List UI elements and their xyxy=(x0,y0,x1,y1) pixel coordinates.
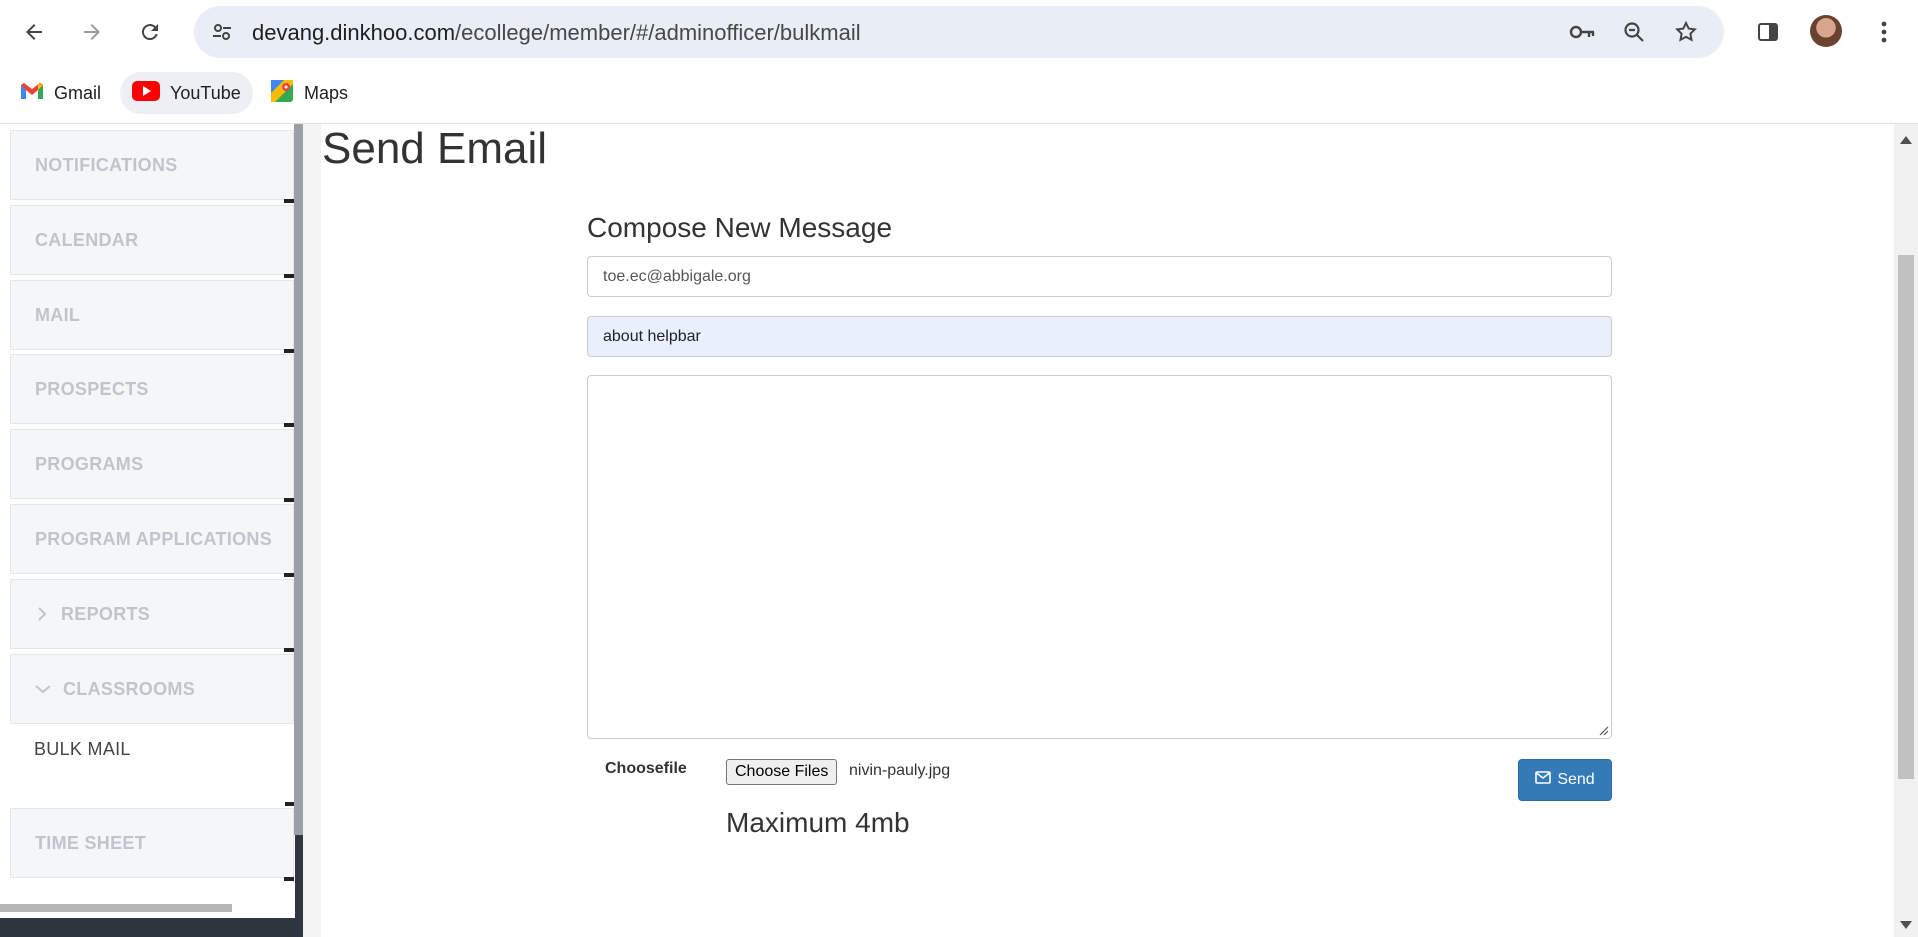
web-page: NOTIFICATIONS CALENDAR MAIL PROSPECTS PR… xyxy=(0,124,1918,937)
sidebar-item-label: PROGRAM APPLICATIONS xyxy=(35,528,273,549)
scrollbar-thumb[interactable] xyxy=(1898,255,1914,779)
reload-icon[interactable] xyxy=(130,12,170,52)
max-size-note: Maximum 4mb xyxy=(726,807,910,838)
bookmark-star-icon[interactable] xyxy=(1672,18,1700,46)
to-field[interactable]: toe.ec@abbigale.org xyxy=(587,256,1612,297)
sidebar-item-time-sheet[interactable]: TIME SHEET xyxy=(10,808,294,881)
page-scrollbar[interactable] xyxy=(1894,124,1918,937)
sidebar-item-notifications[interactable]: NOTIFICATIONS xyxy=(10,130,294,203)
sidebar-item-bulk-mail[interactable]: BULK MAIL xyxy=(10,724,295,806)
sidebar: NOTIFICATIONS CALENDAR MAIL PROSPECTS PR… xyxy=(0,124,295,900)
sidebar-item-label: TIME SHEET xyxy=(35,832,147,853)
sidebar-item-programs[interactable]: PROGRAMS xyxy=(10,429,294,502)
maps-icon xyxy=(270,79,294,108)
bookmarks-bar: Gmail YouTube Maps xyxy=(0,64,1918,124)
scroll-up-icon[interactable] xyxy=(1900,136,1912,144)
url-path: /ecollege/member/#/adminofficer/bulkmail xyxy=(455,20,861,45)
chevron-down-icon xyxy=(35,682,51,696)
sidebar-item-program-applications[interactable]: PROGRAM APPLICATIONS xyxy=(10,504,294,577)
send-label: Send xyxy=(1557,771,1595,788)
sidebar-item-label: NOTIFICATIONS xyxy=(35,154,178,175)
bookmark-label: Gmail xyxy=(54,82,102,103)
subject-field[interactable]: about helpbar xyxy=(587,316,1612,357)
site-settings-icon[interactable] xyxy=(208,18,236,46)
sidebar-horizontal-scrollbar[interactable] xyxy=(0,900,295,918)
back-icon[interactable] xyxy=(14,12,54,52)
sidebar-item-mail[interactable]: MAIL xyxy=(10,280,294,353)
choosefile-label: Choosefile xyxy=(605,760,687,777)
gmail-icon xyxy=(20,82,44,105)
scroll-down-icon[interactable] xyxy=(1900,921,1912,929)
sidebar-item-label: CLASSROOMS xyxy=(63,678,196,699)
sidebar-item-label: PROGRAMS xyxy=(35,453,144,474)
zoom-icon[interactable] xyxy=(1620,18,1648,46)
resize-grip-icon[interactable] xyxy=(1597,724,1609,736)
sidebar-scrollbar[interactable] xyxy=(294,124,303,835)
sidebar-item-label: MAIL xyxy=(35,304,81,325)
profile-avatar[interactable] xyxy=(1810,15,1842,47)
bookmark-youtube[interactable]: YouTube xyxy=(120,72,253,114)
sidebar-item-label: REPORTS xyxy=(61,603,151,624)
choose-files-button[interactable]: Choose Files xyxy=(726,759,838,785)
sidebar-item-reports[interactable]: REPORTS xyxy=(10,579,294,652)
sidebar-item-label: BULK MAIL xyxy=(34,738,131,759)
address-bar[interactable]: devang.dinkhoo.com/ecollege/member/#/adm… xyxy=(194,6,1724,58)
compose-title: Compose New Message xyxy=(587,212,893,243)
url-text[interactable]: devang.dinkhoo.com/ecollege/member/#/adm… xyxy=(252,20,861,46)
to-value: toe.ec@abbigale.org xyxy=(603,267,751,285)
send-button[interactable]: Send xyxy=(1518,759,1612,801)
scrollbar-thumb[interactable] xyxy=(0,904,232,912)
bookmark-label: YouTube xyxy=(170,82,241,103)
browser-toolbar: devang.dinkhoo.com/ecollege/member/#/adm… xyxy=(0,0,1918,64)
envelope-icon xyxy=(1535,771,1552,789)
sidebar-item-classrooms[interactable]: CLASSROOMS xyxy=(10,654,294,724)
menu-kebab-icon[interactable] xyxy=(1864,12,1904,52)
sidebar-item-label: CALENDAR xyxy=(35,229,139,250)
password-key-icon[interactable] xyxy=(1568,18,1596,46)
forward-icon[interactable] xyxy=(72,12,112,52)
url-host: devang.dinkhoo.com xyxy=(252,20,456,45)
message-body-textarea[interactable] xyxy=(587,375,1612,739)
subject-value: about helpbar xyxy=(603,327,701,345)
sidebar-item-label: PROSPECTS xyxy=(35,378,149,399)
bookmark-maps[interactable]: Maps xyxy=(258,72,360,114)
page-title: Send Email xyxy=(322,124,548,173)
bookmark-label: Maps xyxy=(304,82,349,103)
sidebar-item-calendar[interactable]: CALENDAR xyxy=(10,205,294,278)
selected-file-name: nivin-pauly.jpg xyxy=(849,762,951,779)
chevron-right-icon xyxy=(35,607,49,621)
side-panel-icon[interactable] xyxy=(1748,12,1788,52)
bookmark-gmail[interactable]: Gmail xyxy=(8,72,113,114)
sidebar-item-prospects[interactable]: PROSPECTS xyxy=(10,354,294,427)
youtube-icon xyxy=(132,80,160,106)
